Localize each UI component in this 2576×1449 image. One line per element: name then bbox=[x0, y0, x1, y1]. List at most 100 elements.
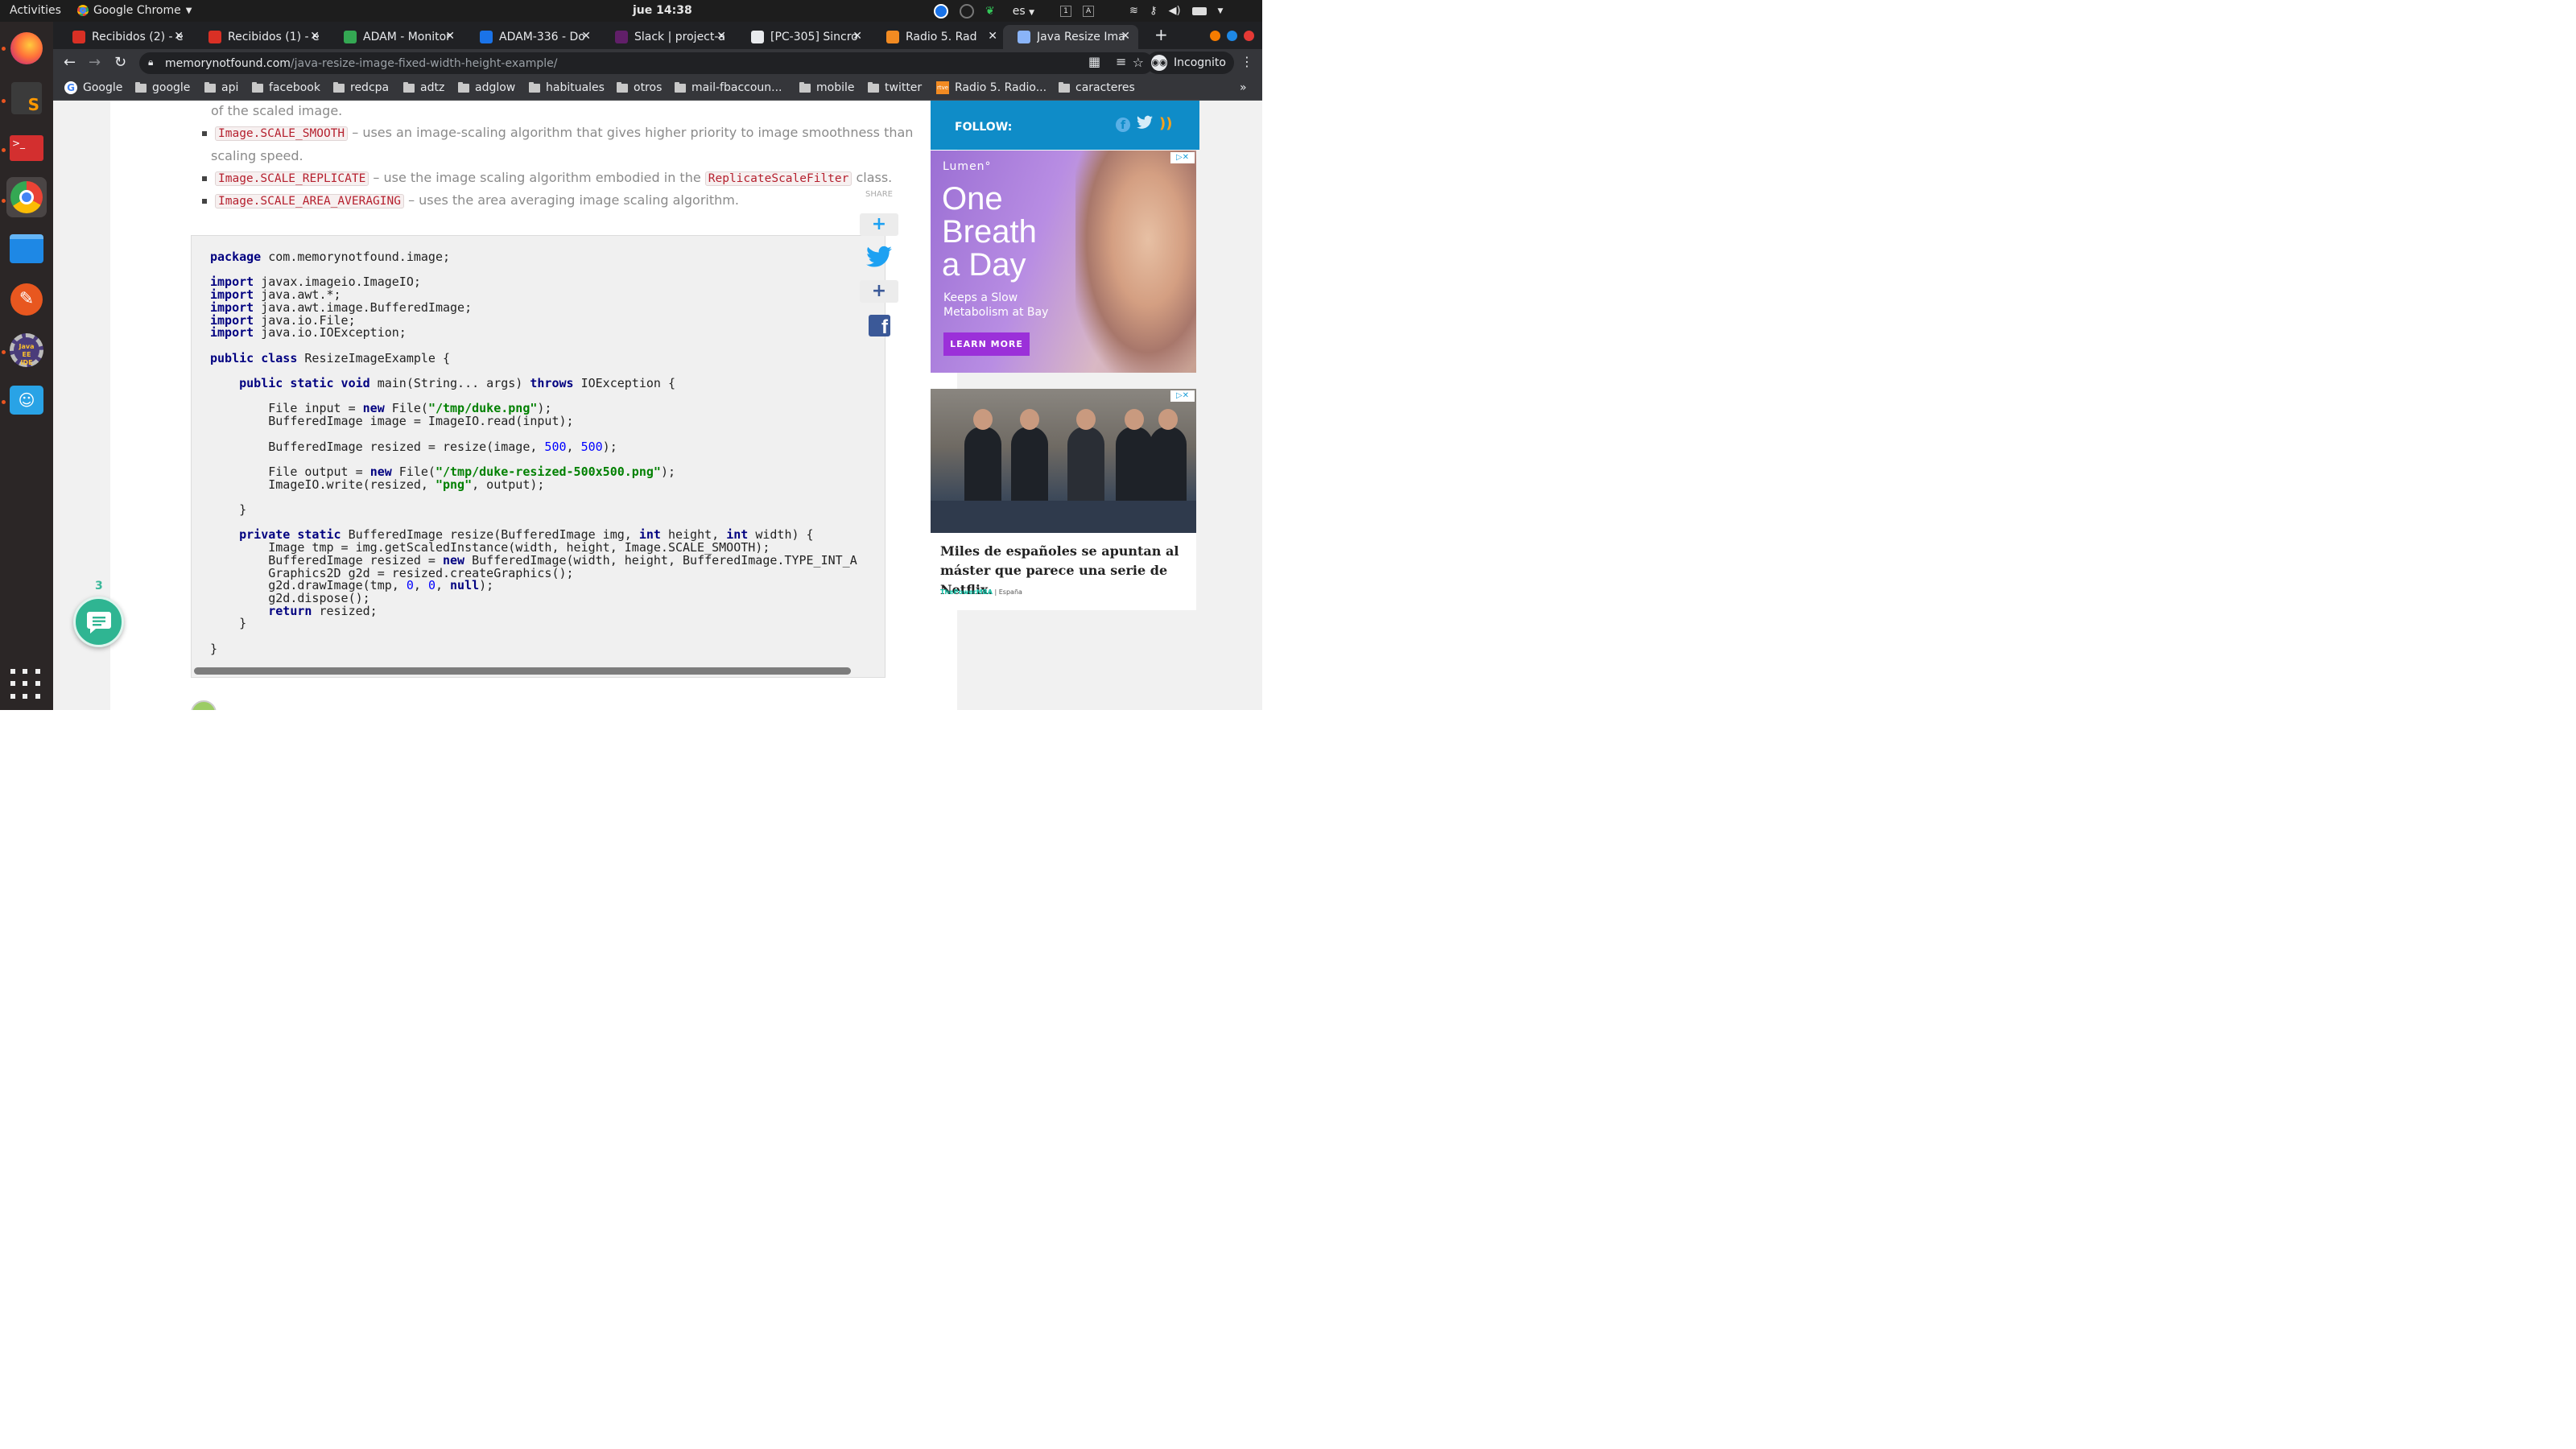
messenger-icon[interactable]: ☺ bbox=[6, 380, 47, 420]
more-bookmarks-button[interactable]: » bbox=[1240, 81, 1247, 94]
activities-button[interactable]: Activities bbox=[10, 4, 61, 17]
bookmark-item[interactable]: adglow bbox=[458, 81, 515, 94]
close-tab-icon[interactable]: ✕ bbox=[988, 30, 997, 43]
list-item: Image.SCALE_AREA_AVERAGING – uses the ar… bbox=[215, 192, 739, 208]
tab[interactable]: Radio 5. Rad ✕ bbox=[872, 25, 1005, 49]
app-menu[interactable]: Google Chrome ▼ bbox=[77, 4, 192, 17]
bookmark-item[interactable]: mobile bbox=[799, 81, 854, 94]
clock[interactable]: jue 14:38 bbox=[633, 4, 692, 17]
power-icon[interactable] bbox=[960, 3, 974, 19]
close-tab-icon[interactable]: ✕ bbox=[852, 30, 862, 43]
bookmark-item[interactable]: caracteres bbox=[1059, 81, 1135, 94]
bookmark-item[interactable]: habituales bbox=[529, 81, 605, 94]
reload-icon[interactable]: ↻ bbox=[114, 54, 126, 71]
chevron-down-icon[interactable]: ▼ bbox=[1218, 7, 1224, 15]
tab[interactable]: Recibidos (2) - e ✕ bbox=[58, 25, 192, 49]
bookmark-item[interactable]: mail-fbaccoun... bbox=[675, 81, 782, 94]
close-tab-icon[interactable]: ✕ bbox=[1121, 30, 1130, 43]
close-tab-icon[interactable]: ✕ bbox=[716, 30, 726, 43]
code-block[interactable]: package com.memorynotfound.image; import… bbox=[191, 235, 886, 678]
battery-icon[interactable] bbox=[1191, 6, 1207, 15]
comments-chat-button[interactable] bbox=[73, 597, 124, 647]
folder-icon bbox=[135, 81, 147, 93]
list-item-text: – uses the area averaging image scaling … bbox=[403, 192, 739, 208]
bookmark-item[interactable]: adtz bbox=[403, 81, 444, 94]
advertisement-lumen[interactable]: ▷✕ Lumen° One Breath a Day Keeps a Slow … bbox=[931, 151, 1196, 373]
bookmark-item[interactable]: google bbox=[135, 81, 190, 94]
close-window-button[interactable] bbox=[1244, 31, 1254, 41]
tab[interactable]: ADAM - Monitor ✕ bbox=[329, 25, 463, 49]
media-queue-icon[interactable]: ≡ bbox=[1116, 54, 1126, 69]
inline-code: Image.SCALE_REPLICATE bbox=[215, 171, 369, 186]
bookmark-label: Google bbox=[83, 81, 123, 94]
bookmark-item[interactable]: api bbox=[204, 81, 238, 94]
extension-grid-icon[interactable]: ▦ bbox=[1088, 54, 1100, 69]
folder-icon bbox=[403, 81, 415, 93]
tab[interactable]: ADAM-336 - Do ✕ bbox=[465, 25, 599, 49]
list-item: Image.SCALE_REPLICATE – use the image sc… bbox=[215, 170, 892, 186]
share-plus-button[interactable]: + bbox=[860, 213, 898, 236]
bookmark-item[interactable]: facebook bbox=[252, 81, 320, 94]
keyboard-layout[interactable]: es ▼ bbox=[1013, 5, 1034, 18]
leaf-icon[interactable]: ❦ bbox=[985, 5, 995, 18]
bookmark-item[interactable]: twitter bbox=[868, 81, 922, 94]
tab[interactable]: Java Resize Ima ✕ bbox=[1003, 25, 1138, 49]
tab[interactable]: [PC-305] Sincro ✕ bbox=[737, 25, 870, 49]
bullet bbox=[202, 199, 207, 204]
facebook-share-icon[interactable]: f bbox=[869, 315, 890, 338]
postman-icon[interactable]: ✎ bbox=[6, 279, 47, 320]
back-icon[interactable]: ← bbox=[64, 54, 76, 71]
horizontal-scrollbar[interactable] bbox=[194, 667, 851, 675]
bullet bbox=[202, 131, 207, 136]
menu-kebab-icon[interactable]: ⋮ bbox=[1241, 54, 1253, 69]
web-page: of the scaled image. Image.SCALE_SMOOTH … bbox=[53, 101, 1262, 710]
bookmark-star-icon[interactable]: ☆ bbox=[1133, 55, 1144, 70]
running-indicator bbox=[2, 148, 6, 152]
sublime-text-icon[interactable]: S bbox=[6, 78, 47, 118]
rss-icon[interactable]: )) bbox=[1159, 115, 1172, 132]
facebook-icon[interactable]: f bbox=[1116, 118, 1130, 132]
adchoices-icon[interactable]: ▷✕ bbox=[1170, 152, 1195, 163]
tab[interactable]: Recibidos (1) - e ✕ bbox=[194, 25, 328, 49]
terminal-icon[interactable]: >_ bbox=[6, 128, 47, 168]
new-tab-button[interactable]: + bbox=[1154, 25, 1168, 44]
close-tab-icon[interactable]: ✕ bbox=[310, 30, 320, 43]
tab[interactable]: Slack | project-a ✕ bbox=[601, 25, 734, 49]
wifi-icon[interactable]: ≋ bbox=[1129, 5, 1138, 17]
workspace-a-icon[interactable]: A bbox=[1083, 5, 1095, 17]
maximize-button[interactable] bbox=[1227, 31, 1237, 41]
bullet bbox=[202, 176, 207, 181]
twitter-icon[interactable] bbox=[1137, 115, 1153, 133]
teamviewer-icon[interactable] bbox=[934, 3, 948, 19]
address-bar[interactable]: 🔒︎ memorynotfound.com/java-resize-image-… bbox=[139, 52, 1154, 74]
volume-icon[interactable]: ◀) bbox=[1168, 5, 1180, 17]
list-item-continuation: scaling speed. bbox=[211, 148, 303, 163]
chrome-dock-icon[interactable] bbox=[6, 177, 47, 217]
bookmark-item[interactable]: G Google bbox=[64, 81, 122, 94]
tab-title: Radio 5. Rad bbox=[906, 31, 977, 43]
advertisement-powermba[interactable]: ▷✕ Miles de españoles se apuntan al mást… bbox=[931, 389, 1196, 610]
bookmark-item[interactable]: rtve Radio 5. Radio... bbox=[936, 81, 1046, 94]
bookmark-item[interactable]: otros bbox=[617, 81, 662, 94]
share-plus-button[interactable]: + bbox=[860, 280, 898, 303]
minimize-button[interactable] bbox=[1210, 31, 1220, 41]
forward-icon[interactable]: → bbox=[89, 54, 101, 71]
java-ee-ide-icon[interactable]: Java EE IDE bbox=[6, 330, 47, 370]
incognito-badge[interactable]: ◉◉ Incognito bbox=[1146, 52, 1234, 74]
key-icon[interactable]: ⚷ bbox=[1150, 5, 1158, 17]
bookmark-label: api bbox=[221, 81, 239, 94]
firefox-icon[interactable] bbox=[6, 28, 47, 68]
keyboard-layout-label: es bbox=[1012, 4, 1026, 18]
twitter-share-icon[interactable] bbox=[866, 246, 892, 275]
rtve-icon: rtve bbox=[936, 81, 949, 94]
close-tab-icon[interactable]: ✕ bbox=[445, 30, 455, 43]
workspace-1-icon[interactable]: 1 bbox=[1060, 5, 1072, 17]
learn-more-button[interactable]: LEARN MORE bbox=[943, 332, 1030, 356]
close-tab-icon[interactable]: ✕ bbox=[581, 30, 591, 43]
close-tab-icon[interactable]: ✕ bbox=[174, 30, 184, 43]
bookmark-item[interactable]: redcpa bbox=[333, 81, 389, 94]
show-applications-icon[interactable] bbox=[10, 669, 41, 700]
files-icon[interactable] bbox=[6, 229, 47, 269]
folder-icon bbox=[799, 81, 811, 93]
adchoices-icon[interactable]: ▷✕ bbox=[1170, 390, 1195, 402]
